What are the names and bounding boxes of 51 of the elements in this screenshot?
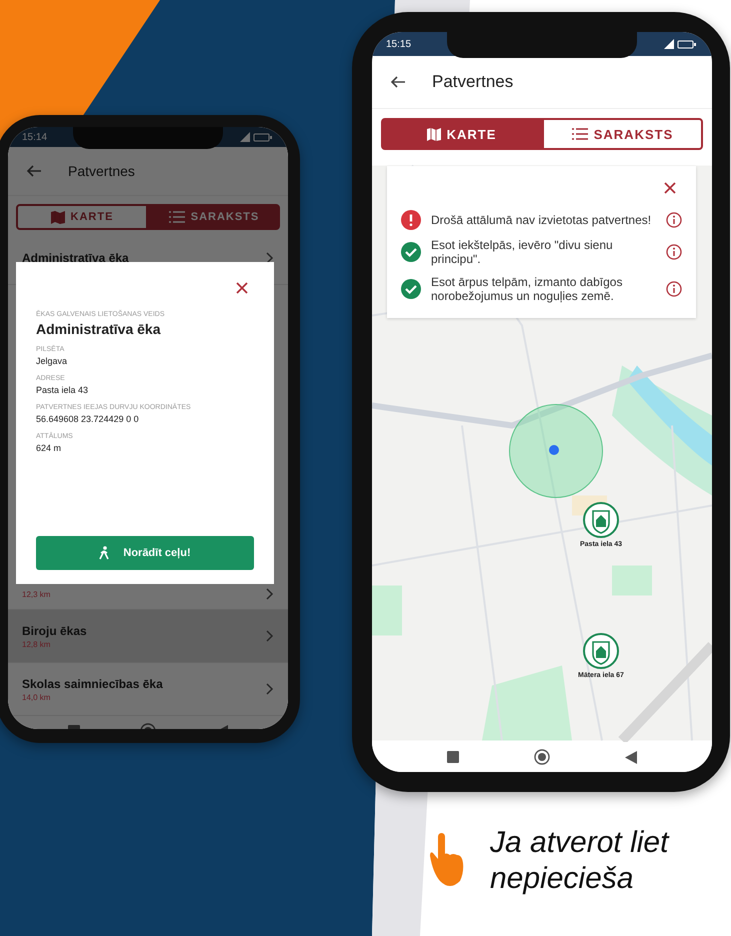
screen-title: Patvertnes xyxy=(432,72,514,92)
signal-battery-icon xyxy=(664,39,698,49)
signal-battery-icon xyxy=(240,132,274,142)
field-value: Jelgava xyxy=(36,356,68,366)
info-icon[interactable] xyxy=(666,212,682,228)
field-value: Administratīva ēka xyxy=(36,321,162,337)
close-icon[interactable] xyxy=(236,282,248,294)
shelter-marker-icon[interactable] xyxy=(582,633,619,669)
map-icon xyxy=(426,128,441,140)
field-value: 624 m xyxy=(36,443,62,453)
directions-button[interactable]: Norādīt ceļu! xyxy=(36,536,254,570)
tab[interactable]: KARTE xyxy=(16,204,148,230)
back-icon[interactable] xyxy=(390,76,406,88)
status-time: 15:14 xyxy=(22,132,48,142)
walking-person-icon xyxy=(99,546,110,560)
info-icon[interactable] xyxy=(666,281,682,298)
shelter-distance: 12,3 km xyxy=(22,590,50,598)
notice-text: Drošā attālumā nav izvietotas patvertnes! xyxy=(431,212,652,228)
notice-text: Esot iekštelpās, ievēro "divu sienu principu". xyxy=(431,238,614,267)
field-value: Pasta iela 43 xyxy=(36,385,90,395)
list-icon xyxy=(572,128,588,140)
list-row[interactable]: Biroju ēkas 12,8 km xyxy=(8,610,288,663)
map-icon xyxy=(50,210,65,224)
pointing-hand-icon xyxy=(430,833,464,889)
info-icon[interactable] xyxy=(666,244,682,260)
home-icon[interactable] xyxy=(534,749,550,765)
chevron-icon xyxy=(266,252,274,264)
close-icon[interactable] xyxy=(664,182,676,194)
shelter-distance: 12,8 km xyxy=(22,640,52,648)
shelter-name: Skolas saimniecības ēka xyxy=(22,676,163,690)
alert-icon xyxy=(401,210,421,230)
notice-text: Esot ārpus telpām, izmanto dabīgos norobežojumus un noguļies zemē. xyxy=(431,274,624,304)
tab[interactable]: KARTE xyxy=(381,118,542,150)
chevron-icon xyxy=(266,588,274,600)
chevron-icon xyxy=(266,630,274,642)
status-time: 15:15 xyxy=(386,38,412,50)
tab[interactable]: SARAKSTS xyxy=(542,118,703,150)
shelter-name: Administratīva ēka xyxy=(22,251,129,265)
field-value: 56.649608 23.724429 0 0 xyxy=(36,414,140,424)
back-triangle-icon[interactable] xyxy=(625,750,637,764)
tab[interactable]: SARAKSTS xyxy=(148,204,280,230)
shelter-name: Biroju ēkas xyxy=(22,624,87,638)
caption-text: Ja atverot liet xyxy=(490,825,668,861)
check-icon xyxy=(401,279,421,300)
shelter-distance: 14,0 km xyxy=(22,692,52,702)
caption-text: nepiecieša xyxy=(490,861,634,897)
shelter-marker-icon[interactable] xyxy=(583,502,620,538)
chevron-icon xyxy=(266,683,274,695)
list-icon xyxy=(168,211,185,223)
screen-title: Patvertnes xyxy=(68,163,135,179)
check-icon xyxy=(401,242,421,262)
